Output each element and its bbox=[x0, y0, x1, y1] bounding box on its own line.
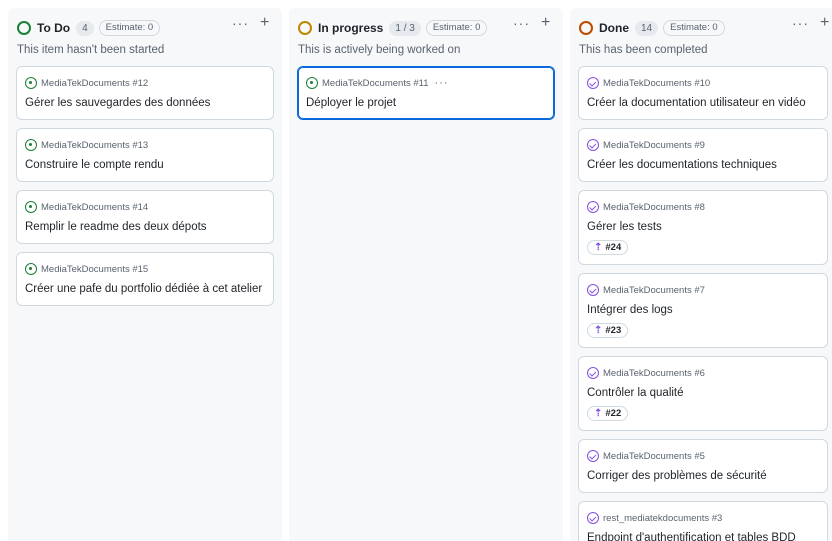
item-count-badge: 14 bbox=[635, 20, 659, 36]
pull-request-icon: ⇡ bbox=[594, 408, 603, 419]
issue-title[interactable]: Créer les documentations techniques bbox=[587, 158, 819, 172]
pull-request-number: #24 bbox=[605, 242, 622, 253]
column-description: This item hasn't been started bbox=[17, 44, 165, 56]
issue-title[interactable]: Créer une pafe du portfolio dédiée à cet… bbox=[25, 282, 265, 296]
status-done-icon bbox=[579, 21, 593, 35]
issue-open-icon bbox=[25, 201, 37, 213]
column-description: This has been completed bbox=[579, 44, 708, 56]
column-header: Done 14 Estimate: 0 ··· + This has been … bbox=[570, 8, 832, 58]
column-more-options-icon[interactable]: ··· bbox=[792, 15, 809, 31]
issue-title[interactable]: Déployer le projet bbox=[306, 96, 546, 110]
add-item-icon[interactable]: + bbox=[820, 14, 829, 32]
column-header: In progress 1 / 3 Estimate: 0 ··· + This… bbox=[289, 8, 563, 58]
add-item-icon[interactable]: + bbox=[541, 14, 550, 32]
pull-request-number: #23 bbox=[605, 325, 622, 336]
item-count-badge: 4 bbox=[76, 20, 94, 36]
issue-title[interactable]: Endpoint d'authentification et tables BD… bbox=[587, 531, 819, 541]
issue-closed-icon bbox=[587, 201, 599, 213]
estimate-badge: Estimate: 0 bbox=[663, 20, 725, 36]
issue-title[interactable]: Remplir le readme des deux dépots bbox=[25, 220, 265, 234]
linked-pull-request-badge[interactable]: ⇡ #24 bbox=[587, 240, 629, 255]
issue-card[interactable]: MediaTekDocuments #12 Gérer les sauvegar… bbox=[16, 66, 274, 120]
column-description: This is actively being worked on bbox=[298, 44, 461, 56]
column-header: To Do 4 Estimate: 0 ··· + This item hasn… bbox=[8, 8, 282, 58]
issue-title[interactable]: Intégrer des logs bbox=[587, 303, 819, 317]
issue-reference[interactable]: MediaTekDocuments #9 bbox=[603, 140, 705, 151]
issue-closed-icon bbox=[587, 77, 599, 89]
issue-closed-icon bbox=[587, 139, 599, 151]
issue-card[interactable]: MediaTekDocuments #13 Construire le comp… bbox=[16, 128, 274, 182]
issue-title[interactable]: Créer la documentation utilisateur en vi… bbox=[587, 96, 819, 110]
issue-card[interactable]: MediaTekDocuments #6 Contrôler la qualit… bbox=[578, 356, 828, 431]
issue-open-icon bbox=[25, 77, 37, 89]
issue-card[interactable]: MediaTekDocuments #10 Créer la documenta… bbox=[578, 66, 828, 120]
issue-reference[interactable]: MediaTekDocuments #7 bbox=[603, 285, 705, 296]
column-in-progress: In progress 1 / 3 Estimate: 0 ··· + This… bbox=[289, 8, 563, 541]
issue-title[interactable]: Corriger des problèmes de sécurité bbox=[587, 469, 819, 483]
issue-open-icon bbox=[306, 77, 318, 89]
issue-reference[interactable]: MediaTekDocuments #10 bbox=[603, 78, 710, 89]
issue-reference[interactable]: MediaTekDocuments #14 bbox=[41, 202, 148, 213]
issue-card[interactable]: MediaTekDocuments #7 Intégrer des logs ⇡… bbox=[578, 273, 828, 348]
column-todo: To Do 4 Estimate: 0 ··· + This item hasn… bbox=[8, 8, 282, 541]
issue-reference[interactable]: MediaTekDocuments #11 bbox=[322, 78, 429, 89]
column-more-options-icon[interactable]: ··· bbox=[232, 15, 249, 31]
issue-card[interactable]: MediaTekDocuments #15 Créer une pafe du … bbox=[16, 252, 274, 306]
column-title: In progress bbox=[318, 21, 384, 35]
estimate-badge: Estimate: 0 bbox=[425, 20, 488, 36]
issue-title[interactable]: Contrôler la qualité bbox=[587, 386, 819, 400]
column-more-options-icon[interactable]: ··· bbox=[513, 15, 530, 31]
pull-request-icon: ⇡ bbox=[594, 325, 603, 336]
issue-closed-icon bbox=[587, 512, 599, 524]
add-item-icon[interactable]: + bbox=[260, 14, 269, 32]
status-todo-icon bbox=[17, 21, 31, 35]
issue-closed-icon bbox=[587, 450, 599, 462]
column-title: Done bbox=[599, 21, 629, 35]
pull-request-number: #22 bbox=[605, 408, 622, 419]
issue-card[interactable]: MediaTekDocuments #11 ··· Déployer le pro… bbox=[297, 66, 555, 120]
card-more-options-icon[interactable]: ··· bbox=[435, 77, 449, 89]
estimate-badge: Estimate: 0 bbox=[98, 20, 161, 36]
issue-title[interactable]: Construire le compte rendu bbox=[25, 158, 265, 172]
issue-open-icon bbox=[25, 263, 37, 275]
linked-pull-request-badge[interactable]: ⇡ #22 bbox=[587, 406, 629, 421]
item-count-badge: 1 / 3 bbox=[389, 20, 421, 36]
issue-open-icon bbox=[25, 139, 37, 151]
issue-card[interactable]: MediaTekDocuments #14 Remplir le readme … bbox=[16, 190, 274, 244]
issue-card[interactable]: MediaTekDocuments #8 Gérer les tests ⇡ #2… bbox=[578, 190, 828, 265]
issue-card[interactable]: MediaTekDocuments #9 Créer les documenta… bbox=[578, 128, 828, 182]
issue-title[interactable]: Gérer les sauvegardes des données bbox=[25, 96, 265, 110]
issue-reference[interactable]: MediaTekDocuments #5 bbox=[603, 451, 705, 462]
issue-reference[interactable]: rest_mediatekdocuments #3 bbox=[603, 513, 722, 524]
issue-closed-icon bbox=[587, 367, 599, 379]
pull-request-icon: ⇡ bbox=[594, 242, 603, 253]
issue-card[interactable]: MediaTekDocuments #5 Corriger des problè… bbox=[578, 439, 828, 493]
issue-card[interactable]: rest_mediatekdocuments #3 Endpoint d'aut… bbox=[578, 501, 828, 541]
issue-reference[interactable]: MediaTekDocuments #8 bbox=[603, 202, 705, 213]
column-title: To Do bbox=[37, 21, 71, 35]
status-in-progress-icon bbox=[298, 21, 312, 35]
issue-title[interactable]: Gérer les tests bbox=[587, 220, 819, 234]
issue-reference[interactable]: MediaTekDocuments #15 bbox=[41, 264, 148, 275]
project-board: To Do 4 Estimate: 0 ··· + This item hasn… bbox=[0, 0, 832, 541]
issue-closed-icon bbox=[587, 284, 599, 296]
linked-pull-request-badge[interactable]: ⇡ #23 bbox=[587, 323, 629, 338]
issue-reference[interactable]: MediaTekDocuments #12 bbox=[41, 78, 148, 89]
issue-reference[interactable]: MediaTekDocuments #13 bbox=[41, 140, 148, 151]
issue-reference[interactable]: MediaTekDocuments #6 bbox=[603, 368, 705, 379]
column-done: Done 14 Estimate: 0 ··· + This has been … bbox=[570, 8, 832, 541]
